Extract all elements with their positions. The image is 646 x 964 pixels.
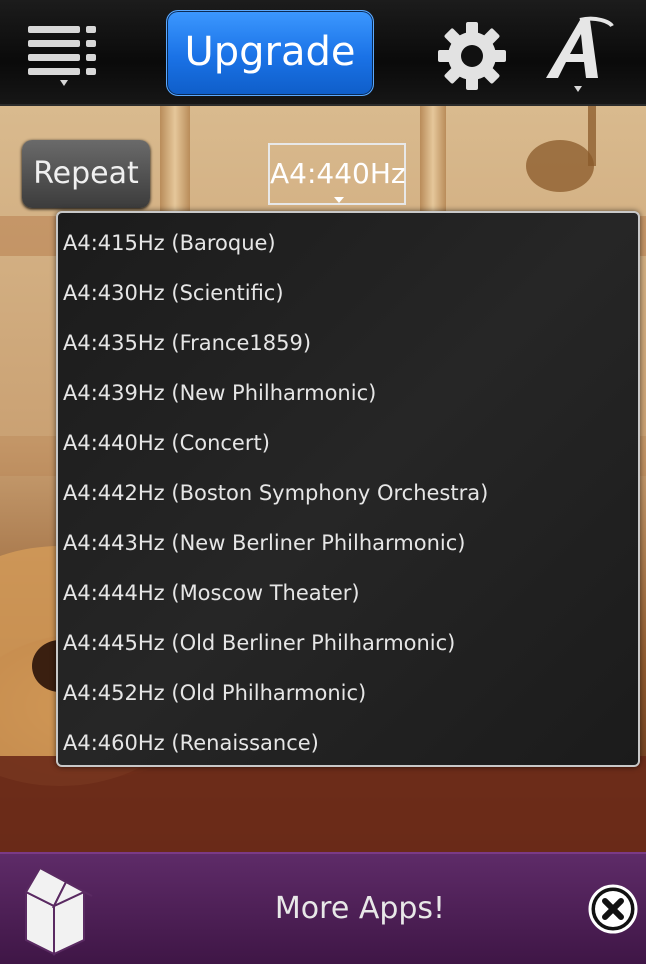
pitch-option[interactable]: A4:445Hz (Old Berliner Philharmonic) bbox=[58, 618, 638, 668]
pitch-option[interactable]: A4:439Hz (New Philharmonic) bbox=[58, 368, 638, 418]
top-toolbar: Upgrade bbox=[0, 0, 646, 106]
repeat-button[interactable]: Repeat bbox=[22, 140, 150, 208]
pitch-option[interactable]: A4:440Hz (Concert) bbox=[58, 418, 638, 468]
pitch-option[interactable]: A4:444Hz (Moscow Theater) bbox=[58, 568, 638, 618]
more-apps-banner[interactable]: More Apps! bbox=[0, 852, 646, 964]
pitch-select-value: A4:440Hz bbox=[270, 157, 406, 190]
upgrade-button[interactable]: Upgrade bbox=[166, 10, 374, 96]
pitch-option[interactable]: A4:460Hz (Renaissance) bbox=[58, 718, 638, 768]
pitch-option[interactable]: A4:452Hz (Old Philharmonic) bbox=[58, 668, 638, 718]
caret-down-icon bbox=[334, 197, 344, 203]
box-logo-icon bbox=[14, 862, 94, 958]
font-a-icon[interactable] bbox=[540, 12, 620, 96]
pitch-select[interactable]: A4:440Hz bbox=[268, 143, 406, 205]
menu-list-icon[interactable] bbox=[22, 20, 104, 90]
pitch-dropdown-list: A4:415Hz (Baroque) A4:430Hz (Scientific)… bbox=[56, 211, 640, 767]
pitch-option[interactable]: A4:415Hz (Baroque) bbox=[58, 218, 638, 268]
close-icon[interactable] bbox=[588, 884, 638, 934]
pitch-option[interactable]: A4:443Hz (New Berliner Philharmonic) bbox=[58, 518, 638, 568]
more-apps-text: More Apps! bbox=[274, 891, 446, 926]
pitch-option[interactable]: A4:435Hz (France1859) bbox=[58, 318, 638, 368]
gear-icon[interactable] bbox=[434, 18, 510, 94]
pitch-option[interactable]: A4:430Hz (Scientific) bbox=[58, 268, 638, 318]
pitch-option[interactable]: A4:442Hz (Boston Symphony Orchestra) bbox=[58, 468, 638, 518]
